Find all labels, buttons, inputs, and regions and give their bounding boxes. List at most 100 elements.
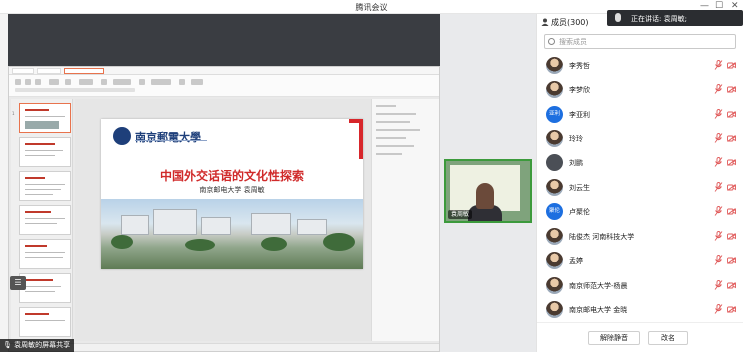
presenter-camera[interactable]: 袁周敏	[444, 159, 532, 223]
mic-muted-icon[interactable]	[714, 84, 723, 94]
slide-thumbnail[interactable]	[19, 103, 71, 133]
rename-button[interactable]: 改名	[648, 331, 688, 345]
app-tab[interactable]	[37, 68, 61, 74]
member-row[interactable]: 李秀哲	[537, 54, 743, 78]
slide-thumbnail[interactable]	[19, 137, 71, 167]
current-slide[interactable]: 南京郵電大學 中国外交话语的文化性探索 南京邮电大学 袁周敏	[101, 119, 363, 269]
campus-building	[153, 209, 197, 235]
member-avatar	[546, 301, 563, 318]
thumb-line	[25, 150, 63, 151]
thumb-photo	[25, 121, 59, 129]
thumb-line	[25, 184, 65, 185]
ribbon-icon[interactable]	[113, 79, 131, 85]
speaking-banner-text: 正在讲话: 袁周敏;	[631, 15, 687, 23]
member-name: 玲玲	[569, 135, 583, 143]
ribbon-icon[interactable]	[15, 79, 21, 85]
slide-title: 中国外交话语的文化性探索	[159, 169, 304, 183]
member-row[interactable]: 刘云生	[537, 176, 743, 200]
ribbon-icon[interactable]	[101, 79, 107, 85]
meeting-stage: 1 南京郵電大學 中国外交话语的文化性探索 南京邮电大学 袁周敏 袁周敏 ☰ 🎙…	[0, 14, 536, 352]
member-search[interactable]	[544, 34, 736, 49]
ribbon-icon[interactable]	[79, 79, 93, 85]
camera-off-icon[interactable]	[727, 282, 736, 289]
pane-line	[376, 129, 420, 131]
campus-building	[251, 213, 291, 235]
mic-muted-icon[interactable]	[714, 133, 723, 143]
presenter-head	[476, 183, 494, 209]
thumb-line	[25, 189, 61, 190]
members-panel: 成员(300) 正在讲话: 袁周敏; 李秀哲李梦欣亚利李亚利玲玲刘鹏刘云生聚伦卢…	[536, 10, 743, 352]
pane-line	[376, 145, 414, 147]
mic-muted-icon[interactable]	[714, 304, 723, 314]
slide-thumbnail[interactable]	[19, 307, 71, 337]
pane-line	[376, 121, 410, 123]
member-search-input[interactable]	[559, 36, 729, 47]
camera-off-icon[interactable]	[727, 111, 736, 118]
university-seal-icon	[113, 127, 131, 145]
member-row[interactable]: 聚伦 卢聚伦	[537, 200, 743, 224]
camera-off-icon[interactable]	[727, 208, 736, 215]
campus-tree	[261, 237, 287, 251]
member-name: 南京师范大学-杨晨	[569, 282, 628, 290]
mic-muted-icon[interactable]	[714, 231, 723, 241]
document-tab[interactable]	[64, 68, 104, 74]
member-row[interactable]: 南京邮电大学 金晓	[537, 298, 743, 322]
ribbon-icon[interactable]	[35, 79, 41, 85]
ribbon-icon[interactable]	[151, 79, 171, 85]
mic-muted-icon[interactable]	[714, 109, 723, 119]
camera-off-icon[interactable]	[727, 306, 736, 313]
member-row[interactable]: 孟婷	[537, 249, 743, 273]
member-row[interactable]: 南京师范大学-杨晨	[537, 274, 743, 298]
member-row[interactable]: 刘鹏	[537, 151, 743, 175]
slide-thumbnail[interactable]	[19, 171, 71, 201]
pane-line	[376, 153, 402, 155]
member-avatar	[546, 81, 563, 98]
campus-tree	[323, 233, 355, 251]
thumb-title-bar	[25, 279, 53, 281]
member-row[interactable]: 李梦欣	[537, 78, 743, 102]
ribbon-icon[interactable]	[49, 79, 59, 85]
share-top-backdrop	[8, 14, 440, 66]
camera-off-icon[interactable]	[727, 159, 736, 166]
camera-off-icon[interactable]	[727, 86, 736, 93]
member-avatar	[546, 228, 563, 245]
ribbon-icon[interactable]	[139, 79, 145, 85]
mic-muted-icon[interactable]	[714, 206, 723, 216]
camera-off-icon[interactable]	[727, 62, 736, 69]
mic-muted-icon[interactable]	[714, 255, 723, 265]
camera-off-icon[interactable]	[727, 184, 736, 191]
camera-off-icon[interactable]	[727, 135, 736, 142]
member-avatar	[546, 252, 563, 269]
search-icon	[548, 38, 555, 45]
list-view-icon[interactable]: ☰	[10, 276, 26, 290]
presentation-titlebar	[9, 67, 439, 75]
ribbon-icon[interactable]	[65, 79, 71, 85]
ribbon-icon[interactable]	[25, 79, 31, 85]
camera-off-icon[interactable]	[727, 233, 736, 240]
member-avatar: 聚伦	[546, 203, 563, 220]
member-avatar	[546, 179, 563, 196]
slide-thumbnail[interactable]	[19, 205, 71, 235]
members-icon	[541, 18, 549, 26]
thumb-line	[25, 252, 65, 253]
ribbon-row	[15, 88, 135, 92]
member-row[interactable]: 玲玲	[537, 127, 743, 151]
members-count: 成员(300)	[551, 18, 589, 27]
app-tab[interactable]	[12, 68, 34, 74]
member-row[interactable]: 陆俊杰 河南科技大学	[537, 225, 743, 249]
campus-photo	[101, 199, 363, 269]
unmute-all-button[interactable]: 解除静音	[588, 331, 640, 345]
member-avatar	[546, 130, 563, 147]
thumb-number: 1	[12, 111, 15, 116]
ribbon-icon[interactable]	[191, 79, 203, 85]
slide-thumbnail[interactable]	[19, 239, 71, 269]
mic-muted-icon[interactable]	[714, 157, 723, 167]
member-row[interactable]: 亚利 李亚利	[537, 103, 743, 127]
camera-off-icon[interactable]	[727, 257, 736, 264]
ribbon-icon[interactable]	[179, 79, 185, 85]
mic-muted-icon[interactable]	[714, 60, 723, 70]
mic-muted-icon[interactable]	[714, 280, 723, 290]
member-name: 李梦欣	[569, 86, 590, 94]
mic-muted-icon[interactable]	[714, 182, 723, 192]
slide-thumbnail[interactable]	[19, 273, 71, 303]
